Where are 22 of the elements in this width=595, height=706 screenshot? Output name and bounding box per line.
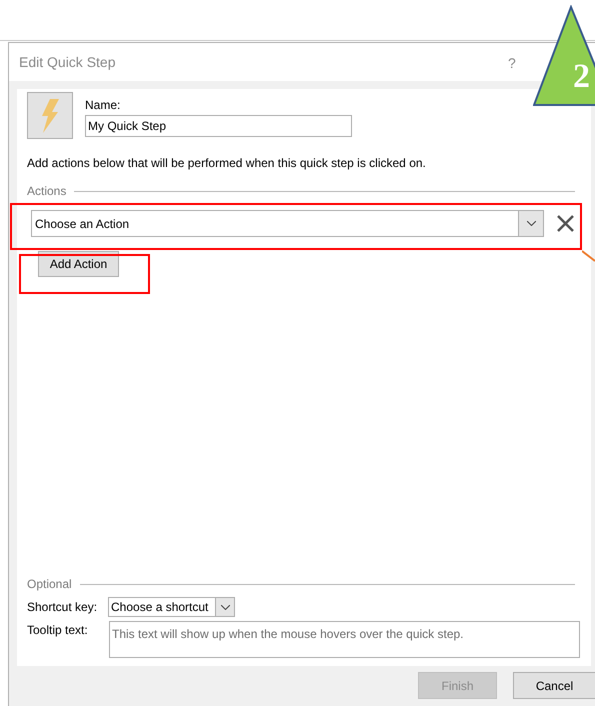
chevron-down-icon [215, 598, 234, 616]
name-label: Name: [85, 97, 122, 114]
name-value: My Quick Step [88, 118, 166, 135]
action-value: Choose an Action [34, 216, 130, 232]
shortcut-label: Shortcut key: [27, 599, 98, 616]
action-dropdown[interactable]: Choose an Action [31, 210, 544, 237]
leader-line [582, 250, 595, 262]
step-number: 2 [573, 60, 590, 94]
chevron-down-icon [518, 211, 543, 236]
instruction-text: Add actions below that will be performed when this quick step is clicked on. [27, 155, 427, 172]
name-input[interactable]: My Quick Step [85, 115, 352, 137]
tooltip-input[interactable]: This text will show up when the mouse hovers over the quick step. [109, 621, 580, 658]
section-label: Optional [27, 576, 72, 593]
shortcut-value: Choose a shortcut [110, 599, 210, 616]
section-label: Actions [27, 183, 66, 200]
add-action-button[interactable]: Add Action [38, 251, 119, 277]
window-title: Edit Quick Step [19, 52, 116, 72]
tooltip-placeholder: This text will show up when the mouse hovers over the quick step. [112, 627, 464, 641]
dialog-button[interactable]: Cancel [513, 672, 595, 699]
shortcut-dropdown[interactable]: Choose a shortcut [108, 597, 235, 617]
tooltip-label: Tooltip text: [27, 622, 89, 639]
close-icon[interactable] [557, 215, 574, 232]
